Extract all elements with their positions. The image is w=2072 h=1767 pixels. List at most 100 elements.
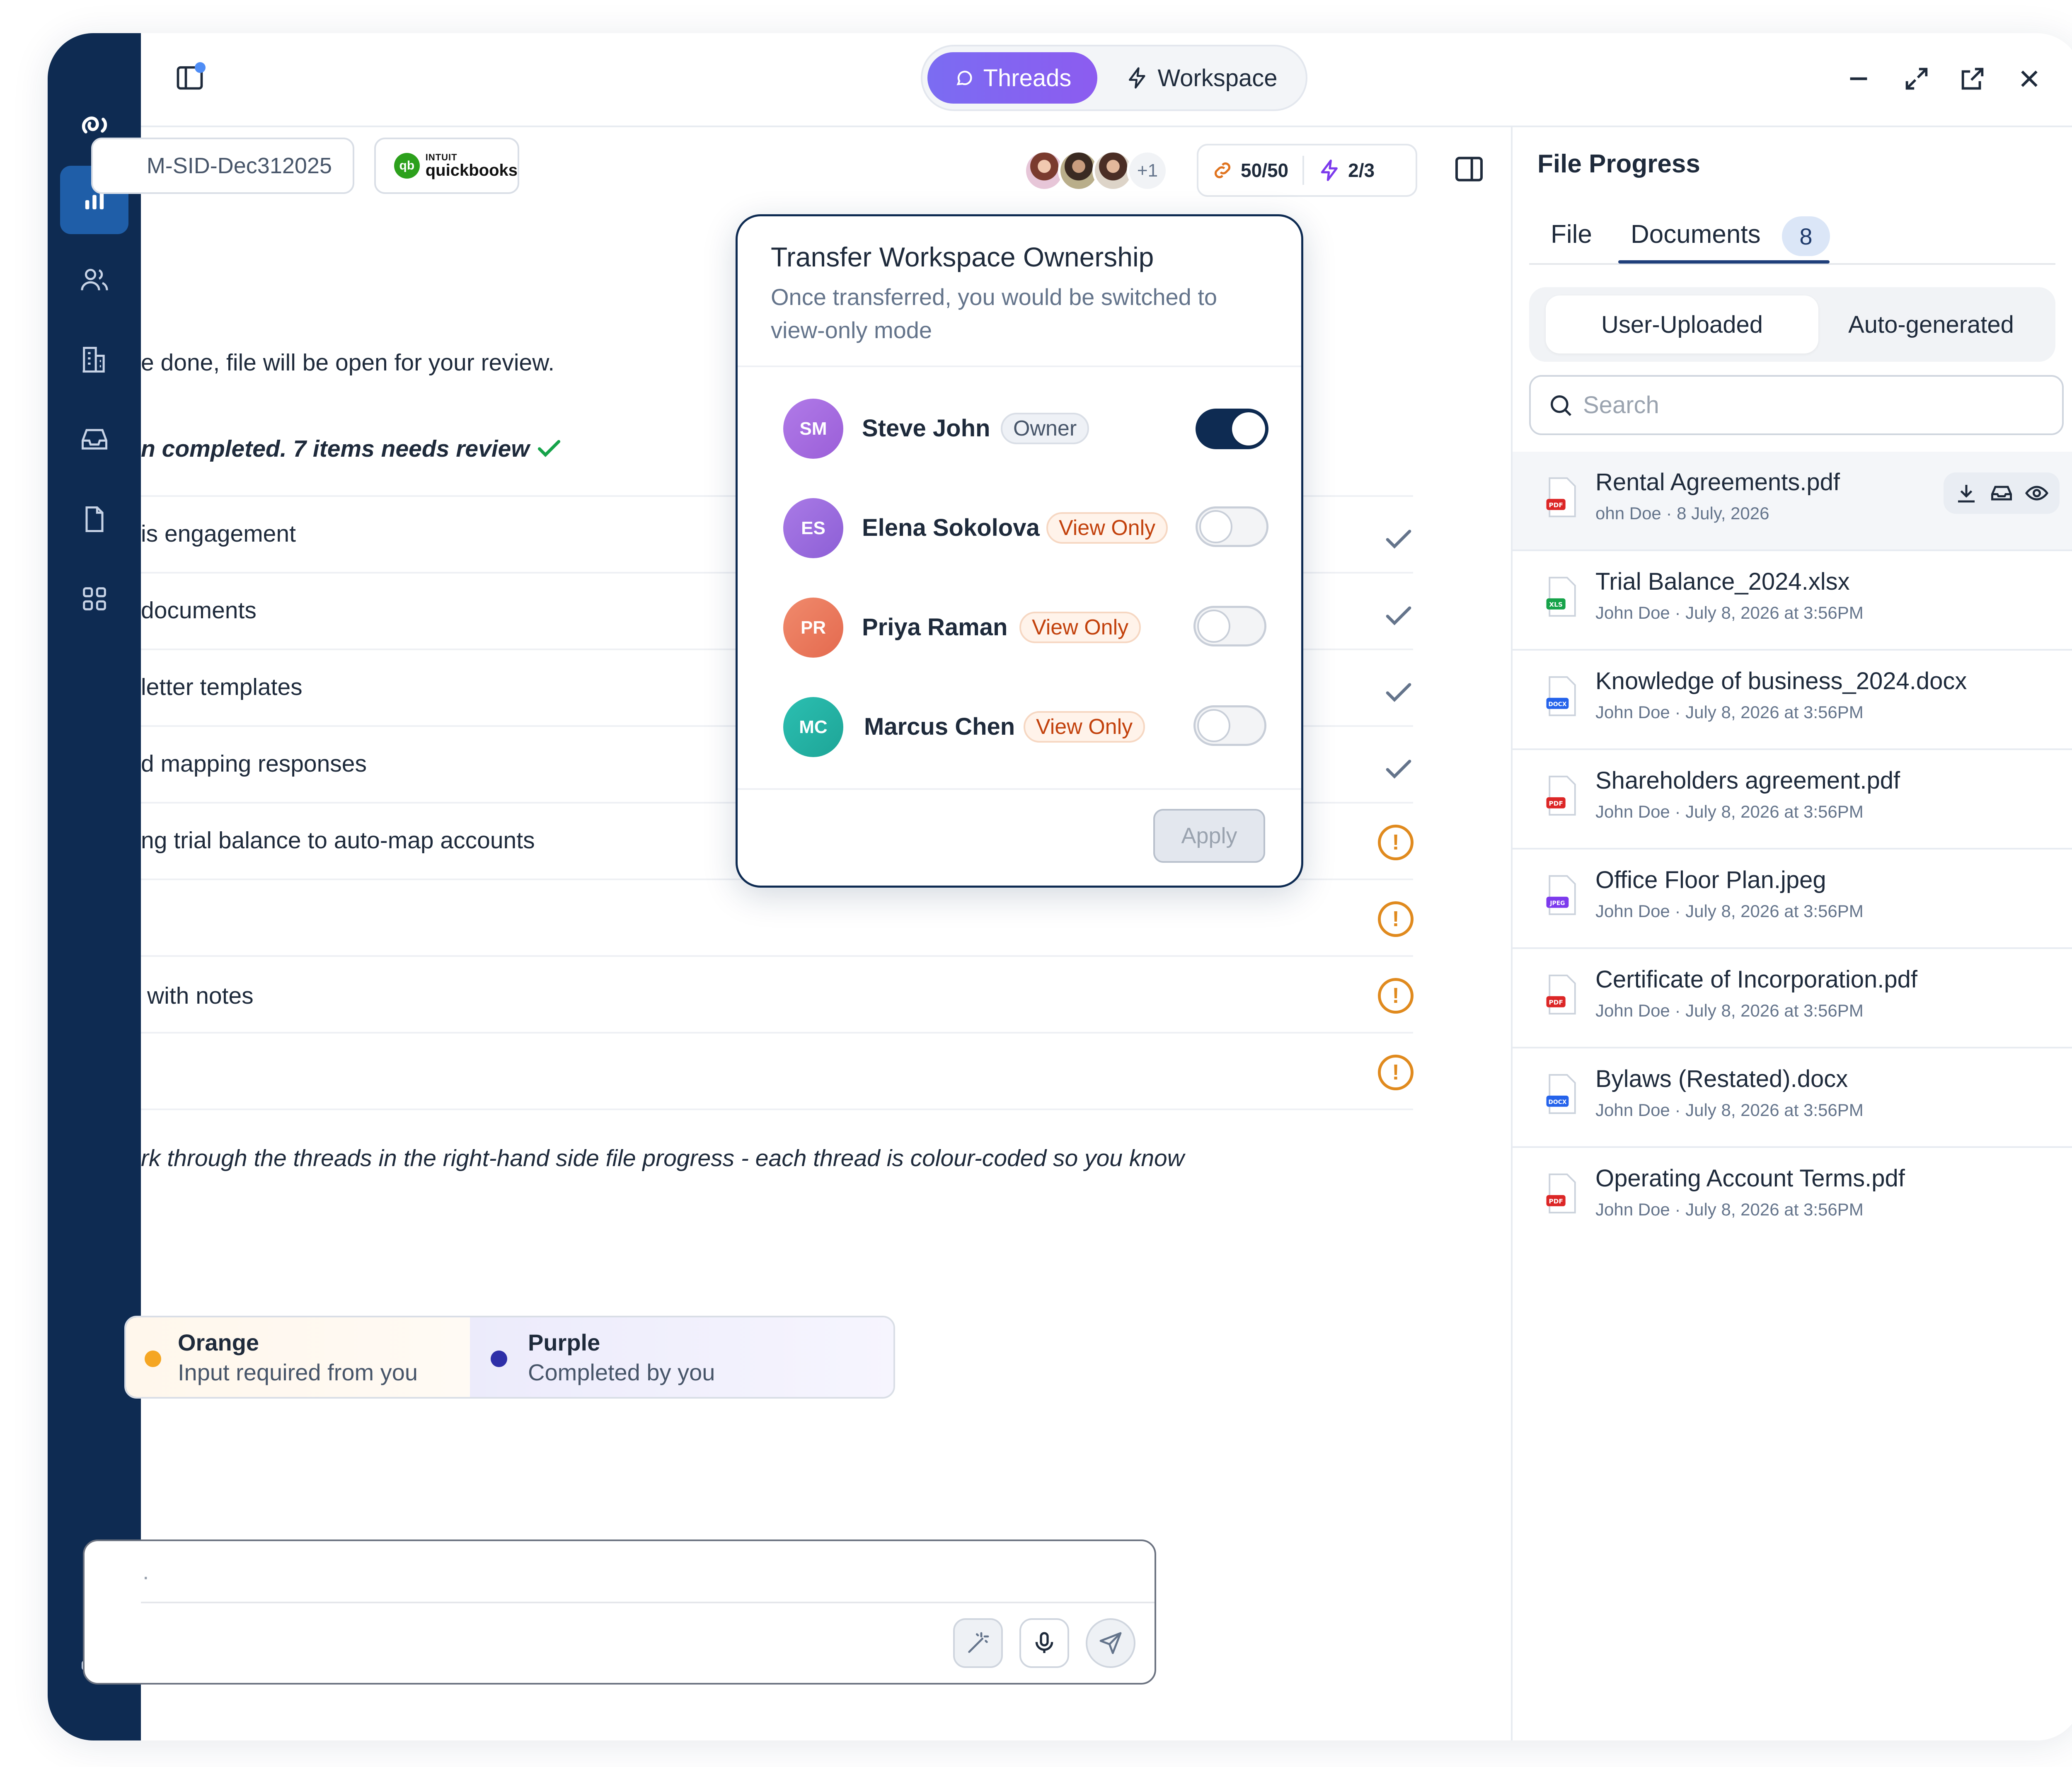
file-row[interactable]: PDF Operating Account Terms.pdf John Doe… <box>1513 1148 2072 1247</box>
role-badge-owner: Owner <box>1001 413 1089 444</box>
member-avatar: MC <box>783 697 843 757</box>
needs-review-icon[interactable]: ! <box>1378 978 1414 1014</box>
owner-toggle[interactable] <box>1196 506 1268 547</box>
file-row[interactable]: XLS Trial Balance_2024.xlsx John Doe · J… <box>1513 551 2072 651</box>
owner-toggle[interactable] <box>1193 606 1266 646</box>
users-icon[interactable] <box>60 245 128 314</box>
needs-review-icon[interactable]: ! <box>1378 901 1414 937</box>
file-row[interactable]: PDF Shareholders agreement.pdf John Doe … <box>1513 750 2072 850</box>
toggle-knob <box>1197 610 1230 643</box>
toggle-knob <box>1197 709 1230 742</box>
view-eye-icon[interactable] <box>2024 481 2049 506</box>
task-divider <box>141 955 1413 957</box>
usage-counter[interactable]: 50/50 2/3 <box>1197 144 1417 197</box>
svg-text:PDF: PDF <box>1549 501 1563 509</box>
pdf-file-icon: PDF <box>1546 775 1576 816</box>
owner-toggle[interactable] <box>1193 705 1266 746</box>
tab-file[interactable]: File <box>1551 220 1592 249</box>
legend-orange-subtitle: Input required from you <box>178 1359 418 1385</box>
file-row[interactable]: DOCX Knowledge of business_2024.docx Joh… <box>1513 651 2072 750</box>
file-row[interactable]: PDF Certificate of Incorporation.pdf Joh… <box>1513 949 2072 1048</box>
svg-text:DOCX: DOCX <box>1548 1099 1566 1106</box>
building-icon[interactable] <box>60 325 128 394</box>
tab-workspace-label: Workspace <box>1157 64 1278 92</box>
bolt-counter-label: 2/3 <box>1348 160 1375 181</box>
link-icon <box>1214 162 1231 179</box>
composer-input[interactable]: . <box>143 1558 149 1585</box>
send-button[interactable] <box>1086 1618 1135 1668</box>
magic-wand-icon <box>968 1632 989 1653</box>
task-label: d mapping responses <box>141 750 367 777</box>
file-meta: John Doe · July 8, 2026 at 3:56PM <box>1595 901 1864 921</box>
role-badge-view-only: View Only <box>1024 711 1145 743</box>
pdf-file-icon: PDF <box>1546 1173 1576 1214</box>
file-name: Operating Account Terms.pdf <box>1595 1165 1905 1192</box>
topbar-divider <box>141 126 2072 127</box>
file-code-chip[interactable]: M-SID-Dec312025 <box>91 138 354 194</box>
task-label: ng trial balance to auto-map accounts <box>141 827 535 854</box>
chat-message-status: n completed. 7 items needs review <box>141 436 530 462</box>
quickbooks-logo-icon: qb <box>394 153 420 179</box>
quickbooks-chip[interactable]: qb INTUIT quickbooks <box>374 138 519 194</box>
participants-more-badge[interactable]: +1 <box>1127 150 1168 191</box>
task-label: with notes <box>147 983 254 1009</box>
search-input[interactable]: Search <box>1529 375 2064 435</box>
docx-file-icon: DOCX <box>1546 1074 1576 1114</box>
tab-threads[interactable]: Threads <box>927 52 1097 104</box>
close-icon[interactable] <box>2011 60 2048 97</box>
tab-workspace[interactable]: Workspace <box>1111 52 1293 104</box>
download-icon[interactable] <box>1954 481 1979 506</box>
needs-review-icon[interactable]: ! <box>1378 825 1414 860</box>
sidebar-toggle-icon[interactable] <box>174 62 211 95</box>
document-icon[interactable] <box>60 485 128 553</box>
magic-wand-button[interactable] <box>953 1618 1003 1668</box>
file-meta: John Doe · July 8, 2026 at 3:56PM <box>1595 1001 1864 1020</box>
apply-button[interactable]: Apply <box>1153 809 1265 863</box>
task-done-check-icon <box>1386 606 1411 625</box>
file-row[interactable]: JPEG Office Floor Plan.jpeg John Doe · J… <box>1513 850 2072 949</box>
counter-divider <box>1302 156 1305 185</box>
file-meta: ohn Doe · 8 July, 2026 <box>1595 503 1769 523</box>
legend-orange: Orange Input required from you <box>126 1317 470 1397</box>
member-avatar: PR <box>783 598 843 658</box>
tab-documents[interactable]: Documents <box>1631 220 1761 249</box>
modal-subtitle: Once transferred, you would be switched … <box>771 284 1218 343</box>
task-label: documents <box>141 597 257 624</box>
chat-message-intro: e done, file will be open for your revie… <box>141 349 555 376</box>
sidebar <box>48 33 141 1740</box>
microphone-icon <box>1035 1632 1053 1653</box>
svg-text:JPEG: JPEG <box>1549 900 1565 907</box>
send-icon <box>1099 1632 1122 1654</box>
lightning-icon <box>1321 160 1338 181</box>
expand-icon[interactable] <box>1898 60 1935 97</box>
chat-bubble-icon <box>956 70 972 85</box>
inbox-icon[interactable] <box>60 405 128 473</box>
inbox-icon[interactable] <box>1989 481 2014 506</box>
microphone-button[interactable] <box>1019 1618 1069 1668</box>
minimize-icon[interactable] <box>1840 60 1877 97</box>
needs-review-icon[interactable]: ! <box>1378 1055 1414 1090</box>
docx-file-icon: DOCX <box>1546 676 1576 716</box>
tab-user-uploaded[interactable]: User-Uploaded <box>1546 295 1818 353</box>
file-row[interactable]: DOCX Bylaws (Restated).docx John Doe · J… <box>1513 1048 2072 1148</box>
panel-toggle-icon[interactable] <box>1452 152 1490 190</box>
pdf-file-icon: PDF <box>1546 974 1576 1015</box>
links-counter-label: 50/50 <box>1241 160 1289 181</box>
owner-toggle[interactable] <box>1196 409 1268 449</box>
active-tab-indicator <box>1618 260 1830 264</box>
file-name: Shareholders agreement.pdf <box>1595 767 1900 794</box>
legend-purple-subtitle: Completed by you <box>528 1359 715 1385</box>
tab-auto-generated[interactable]: Auto-generated <box>1819 295 2043 353</box>
svg-text:PDF: PDF <box>1549 1198 1563 1205</box>
file-name: Office Floor Plan.jpeg <box>1595 867 1826 893</box>
open-external-icon[interactable] <box>1954 60 1991 97</box>
toggle-knob <box>1232 412 1265 445</box>
member-name: Priya Raman <box>862 614 1008 641</box>
file-row[interactable]: PDF Rental Agreements.pdf ohn Doe · 8 Ju… <box>1513 452 2072 551</box>
file-meta: John Doe · July 8, 2026 at 3:56PM <box>1595 603 1864 622</box>
panel-title: File Progress <box>1537 150 1700 178</box>
file-code-label: M-SID-Dec312025 <box>146 153 332 178</box>
task-done-check-icon <box>1386 530 1411 549</box>
transfer-ownership-modal: Transfer Workspace Ownership Once transf… <box>736 214 1303 888</box>
apps-grid-icon[interactable] <box>60 564 128 633</box>
